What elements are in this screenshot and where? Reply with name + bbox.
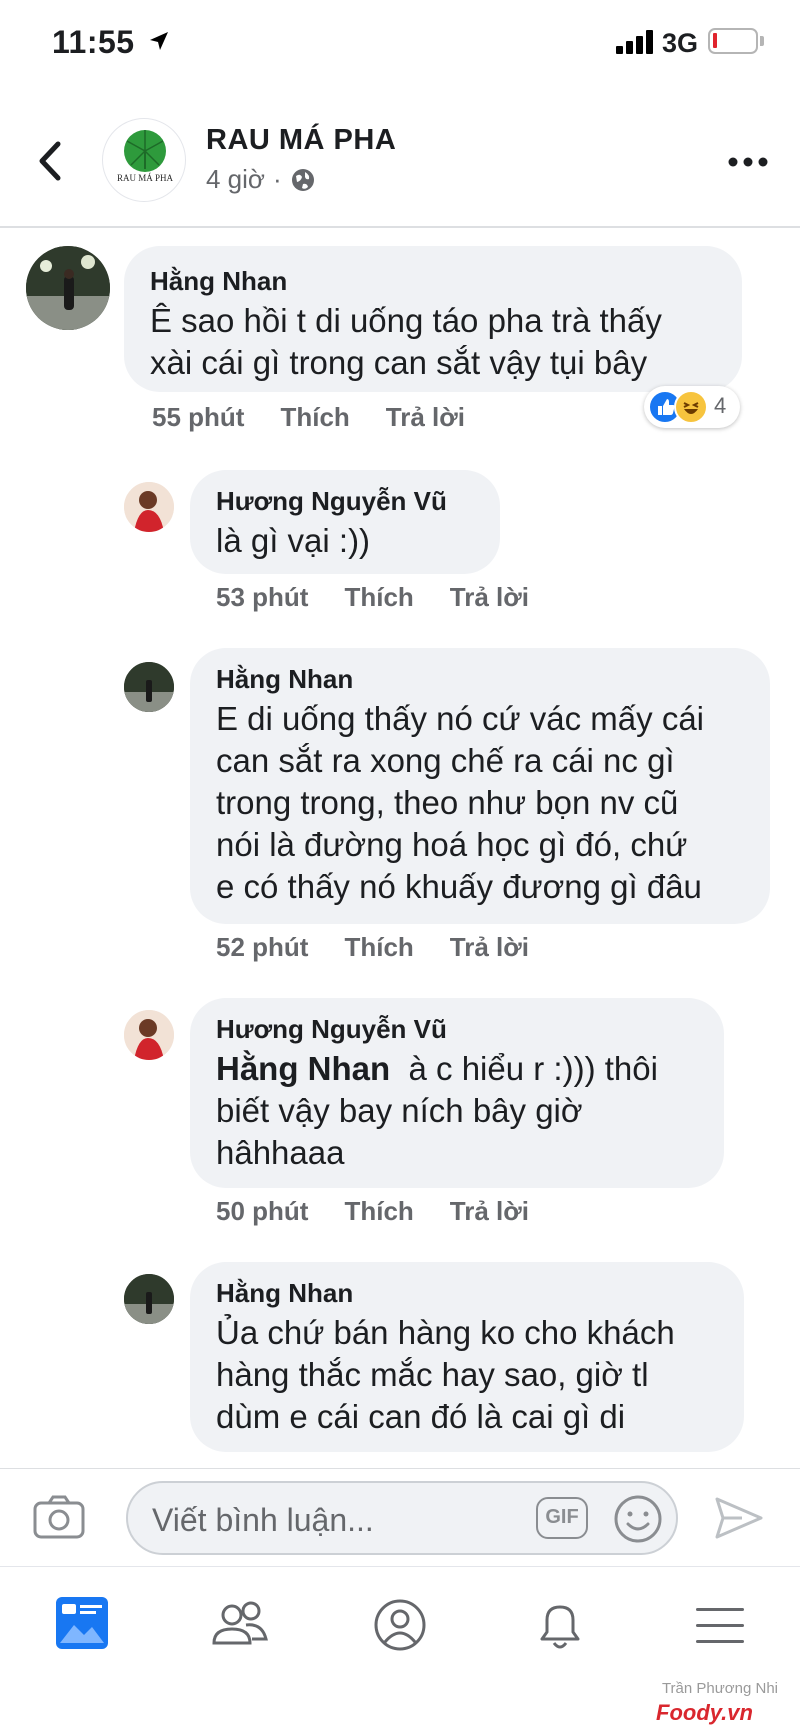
watermark-author: Trần Phương Nhi (661, 1680, 778, 1697)
post-time: 4 giờ (206, 164, 265, 194)
bell-icon (540, 1605, 580, 1649)
page-name[interactable]: RAU MÁ PHA (206, 124, 396, 157)
pennywort-leaf-logo (124, 130, 166, 172)
reply-button[interactable]: Trả lời (450, 1196, 529, 1227)
page-logo-text: RAU MÁ PHA (116, 173, 173, 183)
comment-text: Ủa chứ bán hàng ko cho khách (216, 1314, 675, 1351)
comment-text: Ê sao hồi t di uống táo pha trà thấy (150, 302, 662, 339)
comment-time[interactable]: 50 phút (216, 1196, 308, 1227)
comment-time[interactable]: 55 phút (152, 402, 244, 433)
comment-text: hâhhaaa (216, 1134, 345, 1171)
profile-icon (374, 1599, 426, 1651)
comment-text: hàng thắc mắc hay sao, giờ tl (216, 1356, 649, 1393)
comment-text: e có thấy nó khuấy đương gì đâu (216, 868, 702, 905)
comment-time[interactable]: 52 phút (216, 932, 308, 963)
comment-author[interactable]: Hằng Nhan (150, 266, 287, 297)
mention-tag[interactable]: Hằng Nhan (216, 1050, 390, 1087)
like-button[interactable]: Thích (280, 402, 349, 433)
tab-notifications[interactable] (520, 1585, 600, 1665)
comment-text: trong trong, theo như bọn nv cũ (216, 784, 679, 821)
page-avatar[interactable]: RAU MÁ PHA (102, 118, 186, 202)
network-type: 3G (662, 28, 699, 58)
tab-friends[interactable] (200, 1585, 280, 1665)
comment-text: E di uống thấy nó cứ vác mấy cái (216, 700, 705, 737)
like-button[interactable]: Thích (344, 1196, 413, 1227)
comment-actions: 50 phút Thích Trả lời (216, 1196, 565, 1227)
comment-text: dùm e cái can đó là cai gì di (216, 1398, 626, 1435)
camera-icon[interactable] (32, 1493, 86, 1541)
menu-icon (696, 1608, 744, 1643)
like-button[interactable]: Thích (344, 582, 413, 613)
comment-author[interactable]: Hằng Nhan (216, 1278, 353, 1309)
comment-author[interactable]: Hằng Nhan (216, 664, 353, 695)
comment-bubble[interactable]: Hương Nguyễn Vũ Hằng Nhan à c hiểu r :))… (190, 998, 724, 1188)
signal-strength-icon (616, 30, 656, 54)
comment-bubble[interactable]: Hương Nguyễn Vũ là gì vại :)) (190, 470, 500, 574)
reply-button[interactable]: Trả lời (450, 932, 529, 963)
post-meta: 4 giờ · (206, 164, 316, 195)
status-bar: 11:55 3G (0, 0, 800, 86)
reply-button[interactable]: Trả lời (450, 582, 529, 613)
reaction-summary[interactable]: 4 (644, 386, 740, 428)
comment-author[interactable]: Hương Nguyễn Vũ (216, 486, 447, 517)
comment-time[interactable]: 53 phút (216, 582, 308, 613)
avatar[interactable] (124, 482, 174, 532)
status-time: 11:55 (52, 24, 135, 60)
location-arrow-icon (150, 32, 168, 50)
news-feed-icon (56, 1597, 108, 1649)
tab-news-feed[interactable] (42, 1585, 122, 1665)
comment-author[interactable]: Hương Nguyễn Vũ (216, 1014, 447, 1045)
friends-icon (212, 1601, 268, 1645)
tab-profile[interactable] (360, 1585, 440, 1665)
comment-actions: 52 phút Thích Trả lời (216, 932, 565, 963)
avatar[interactable] (124, 662, 174, 712)
comment-bubble[interactable]: Hằng Nhan E di uống thấy nó cứ vác mấy c… (190, 648, 770, 924)
haha-reaction-icon (674, 390, 708, 424)
post-header: RAU MÁ PHA RAU MÁ PHA 4 giờ · (0, 100, 800, 228)
comment-actions: 53 phút Thích Trả lời (216, 582, 565, 613)
send-icon[interactable] (712, 1493, 766, 1543)
comment-bubble[interactable]: Hằng Nhan Ê sao hồi t di uống táo pha tr… (124, 246, 742, 392)
like-button[interactable]: Thích (344, 932, 413, 963)
comment-text: Hằng Nhan à c hiểu r :))) thôi (216, 1048, 658, 1090)
back-icon[interactable] (30, 136, 70, 186)
avatar[interactable] (26, 246, 110, 330)
battery-nub (760, 36, 764, 46)
tab-menu[interactable] (680, 1585, 760, 1665)
more-options-icon[interactable] (726, 150, 770, 174)
comment-bubble[interactable]: Hằng Nhan Ủa chứ bán hàng ko cho khách h… (190, 1262, 744, 1452)
battery-icon (708, 28, 758, 54)
globe-icon (291, 168, 314, 191)
avatar[interactable] (124, 1274, 174, 1324)
comment-text-line: à c hiểu r :))) thôi (408, 1050, 658, 1087)
comment-composer: Viết bình luận... GIF (0, 1468, 800, 1566)
comment-text: là gì vại :)) (216, 522, 371, 559)
gif-button[interactable]: GIF (536, 1497, 588, 1539)
comment-text: can sắt ra xong chế ra cái nc gì (216, 742, 675, 779)
comment-text: xài cái gì trong can sắt vậy tụi bây (150, 344, 648, 381)
meta-separator: · (272, 164, 282, 194)
comment-text: nói là đường hoá học gì đó, chứ (216, 826, 688, 863)
reaction-count: 4 (714, 393, 727, 418)
reply-button[interactable]: Trả lời (386, 402, 465, 433)
comment-text: biết vậy bay ních bây giờ (216, 1092, 583, 1129)
comment-actions: 55 phút Thích Trả lời (152, 402, 501, 433)
comment-input[interactable]: Viết bình luận... GIF (126, 1481, 678, 1555)
comment-placeholder: Viết bình luận... (152, 1502, 374, 1538)
avatar[interactable] (124, 1010, 174, 1060)
watermark-brand: Foody.vn (656, 1700, 753, 1725)
emoji-icon[interactable] (612, 1493, 664, 1545)
